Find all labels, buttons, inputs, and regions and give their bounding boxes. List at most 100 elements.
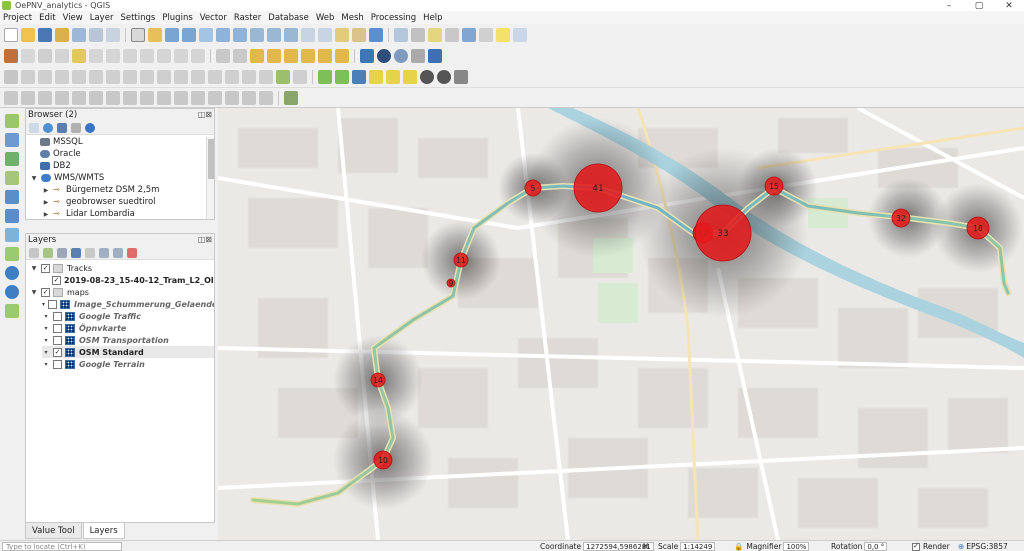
processing-toolbox-icon[interactable] xyxy=(191,90,205,105)
menu-mesh[interactable]: Mesh xyxy=(341,13,363,23)
layer-checkbox[interactable] xyxy=(48,299,58,309)
graphical-modeler-icon[interactable] xyxy=(208,90,222,105)
select-features-icon[interactable] xyxy=(428,28,442,42)
layer-checkbox[interactable] xyxy=(53,323,62,333)
record-icon[interactable] xyxy=(437,69,451,84)
menu-settings[interactable]: Settings xyxy=(120,13,155,23)
zoom-layer-icon[interactable] xyxy=(233,28,247,42)
layer-checkbox[interactable] xyxy=(53,311,62,321)
chevron-down-icon[interactable]: ▾ xyxy=(42,313,50,320)
add-ring-icon[interactable] xyxy=(89,69,103,84)
highlight-label-icon[interactable] xyxy=(267,49,281,63)
show-hide-label-icon[interactable] xyxy=(284,49,298,63)
pin-label-icon[interactable] xyxy=(250,49,264,63)
menu-view[interactable]: View xyxy=(63,13,83,23)
panel-float-close-icon[interactable]: ◫⊠ xyxy=(198,110,212,119)
compass-icon[interactable] xyxy=(352,69,366,84)
layer-styling-icon[interactable] xyxy=(29,247,39,258)
browser-scrollbar[interactable] xyxy=(206,137,214,219)
add-virtual-layer-icon[interactable] xyxy=(5,228,19,242)
save-edits-icon[interactable] xyxy=(38,49,52,63)
layer-track[interactable]: ✓ 2019-08-23_15-40-12_Tram_L2_Ol... xyxy=(30,274,214,286)
layer-hillshade[interactable]: ▾ Image_Schummerung_Gelaende... xyxy=(42,298,214,310)
gpx-icon[interactable] xyxy=(284,90,298,105)
refresh-browser-icon[interactable] xyxy=(43,122,53,133)
zoom-full-icon[interactable] xyxy=(199,28,213,42)
add-group-icon[interactable] xyxy=(43,247,53,258)
tab-layers[interactable]: Layers xyxy=(82,523,125,539)
delete-selected-icon[interactable] xyxy=(106,49,120,63)
vertex-tool-icon[interactable] xyxy=(89,49,103,63)
filter-legend-icon[interactable] xyxy=(71,247,81,258)
redo-icon[interactable] xyxy=(191,49,205,63)
layer-checkbox[interactable] xyxy=(53,335,62,345)
add-wfs-globe-icon[interactable] xyxy=(5,266,19,280)
group-checkbox[interactable]: ✓ xyxy=(41,263,50,273)
delete-ring-icon[interactable] xyxy=(140,69,154,84)
zoom-last-icon[interactable] xyxy=(267,28,281,42)
heatmap-icon[interactable] xyxy=(38,90,52,105)
pan-to-selection-icon[interactable] xyxy=(148,28,162,42)
copy-features-icon[interactable] xyxy=(140,49,154,63)
crs-globe-icon[interactable]: ⊕ xyxy=(958,542,964,551)
paste-features-icon[interactable] xyxy=(157,49,171,63)
chevron-down-icon[interactable]: ▾ xyxy=(42,337,50,344)
extents-icon[interactable]: ⌘ xyxy=(642,542,650,551)
map-canvas[interactable]: 54112331532181191410 xyxy=(218,108,1024,540)
offset-curve-icon[interactable] xyxy=(191,69,205,84)
georeferencer-icon[interactable] xyxy=(21,90,35,105)
rotate-feature-icon[interactable] xyxy=(38,69,52,84)
add-delimited-text-icon[interactable] xyxy=(5,171,19,185)
layer-checkbox[interactable]: ✓ xyxy=(52,275,61,285)
layer-google-terrain[interactable]: ▾ Google Terrain xyxy=(42,358,214,370)
chevron-down-icon[interactable]: ▼ xyxy=(30,265,38,272)
scale-field[interactable]: 1:14249 xyxy=(680,542,716,551)
add-wms-icon[interactable] xyxy=(5,247,19,261)
simplify-icon[interactable] xyxy=(72,69,86,84)
menu-database[interactable]: Database xyxy=(268,13,309,23)
lock-icon[interactable]: 🔒 xyxy=(734,542,743,551)
style-manager-icon[interactable] xyxy=(106,28,120,42)
undo-icon[interactable] xyxy=(174,49,188,63)
reshape-icon[interactable] xyxy=(174,69,188,84)
chevron-down-icon[interactable]: ▾ xyxy=(42,361,50,368)
rotate-point-icon[interactable] xyxy=(276,69,290,84)
add-poly-star-icon[interactable] xyxy=(403,69,417,84)
geometry-checker-icon[interactable] xyxy=(123,90,137,105)
crs-label[interactable]: EPSG:3857 xyxy=(966,542,1007,551)
merge-features-icon[interactable] xyxy=(242,69,256,84)
digitize-icon[interactable] xyxy=(72,49,86,63)
open-project-icon[interactable] xyxy=(21,28,35,42)
chevron-down-icon[interactable]: ▾ xyxy=(42,301,45,308)
close-button[interactable]: ✕ xyxy=(994,0,1024,11)
browser-item-db2[interactable]: DB2 xyxy=(40,160,214,172)
search-plugin-icon[interactable] xyxy=(394,49,408,63)
terrain-icon[interactable] xyxy=(72,90,86,105)
layer-osm-standard[interactable]: ▾ ✓ OSM Standard xyxy=(42,346,214,358)
browser-item-wms[interactable]: ▼ WMS/WMTS xyxy=(30,172,214,184)
visibility-icon[interactable] xyxy=(57,247,67,258)
layer-group-maps[interactable]: ▼ ✓ maps xyxy=(30,286,214,298)
batch-icon[interactable] xyxy=(259,90,273,105)
map-svg[interactable]: 54112331532181191410 xyxy=(218,108,1024,540)
chevron-down-icon[interactable]: ▼ xyxy=(30,289,38,296)
layer-osm-transportation[interactable]: ▾ OSM Transportation xyxy=(42,334,214,346)
scale-feature-icon[interactable] xyxy=(55,69,69,84)
layer-group-tracks[interactable]: ▼ ✓ Tracks xyxy=(30,262,214,274)
menu-layer[interactable]: Layer xyxy=(90,13,114,23)
add-selected-icon[interactable] xyxy=(29,122,39,133)
expand-all-icon[interactable] xyxy=(99,247,109,258)
histogram-icon[interactable] xyxy=(335,69,349,84)
zoom-in-icon[interactable] xyxy=(165,28,179,42)
browser-item-geobrowser[interactable]: ▶ ⊸ geobrowser suedtirol xyxy=(42,196,214,208)
fill-ring-icon[interactable] xyxy=(123,69,137,84)
layer-checkbox[interactable]: ✓ xyxy=(53,347,62,357)
plugin-settings-icon[interactable] xyxy=(411,49,425,63)
menu-edit[interactable]: Edit xyxy=(39,13,55,23)
add-feature-icon[interactable] xyxy=(55,49,69,63)
chevron-down-icon[interactable]: ▾ xyxy=(42,325,50,332)
layout-manager-icon[interactable] xyxy=(89,28,103,42)
camera-icon[interactable] xyxy=(420,69,434,84)
interpolation-icon[interactable] xyxy=(55,90,69,105)
panel-float-close-icon[interactable]: ◫⊠ xyxy=(198,235,212,244)
